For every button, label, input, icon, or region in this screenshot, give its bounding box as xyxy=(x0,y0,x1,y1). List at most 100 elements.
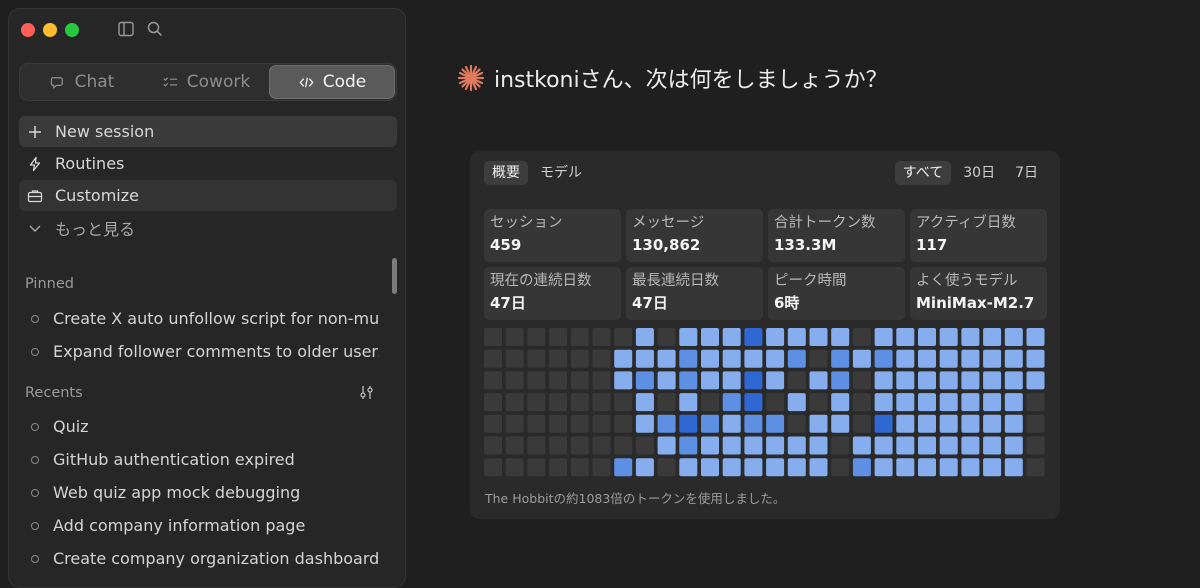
close-window-button[interactable] xyxy=(21,23,35,37)
heatmap-cell xyxy=(939,371,958,390)
heatmap-cell xyxy=(939,349,958,368)
new-session-label: New session xyxy=(55,122,155,141)
heatmap-cell xyxy=(852,393,871,412)
heatmap-cell xyxy=(918,436,936,455)
usage-stats-card: 概要 モデル すべて 30日 7日 セッション 459 メッセージ 130,862 … xyxy=(470,151,1060,519)
tab-models[interactable]: モデル xyxy=(532,161,590,185)
pinned-heading: Pinned xyxy=(25,276,74,292)
heatmap-cell xyxy=(635,458,654,477)
bullet-icon xyxy=(31,455,39,464)
stat-current-streak: 現在の連続日数 47日 xyxy=(484,267,621,320)
heatmap-cell xyxy=(961,328,980,346)
heatmap-cell xyxy=(484,349,502,368)
heatmap-cell xyxy=(809,393,828,412)
heatmap-cell xyxy=(549,436,568,455)
heatmap-cell xyxy=(527,436,546,455)
heatmap-cell xyxy=(657,414,676,433)
plus-icon xyxy=(29,125,41,138)
heatmap-cell xyxy=(939,393,958,412)
heatmap-cell xyxy=(722,414,741,433)
heatmap-cell xyxy=(831,458,850,477)
heatmap-cell xyxy=(918,371,936,390)
heatmap-cell xyxy=(961,458,980,477)
recent-item[interactable]: Quiz xyxy=(27,410,379,443)
tab-code[interactable]: Code xyxy=(269,65,395,99)
stat-total-tokens: 合計トークン数 133.3M xyxy=(768,209,905,262)
stat-value: 459 xyxy=(490,236,522,254)
heatmap-cell xyxy=(549,414,568,433)
tab-overview[interactable]: 概要 xyxy=(484,161,528,185)
heatmap-cell xyxy=(592,328,611,346)
minimize-window-button[interactable] xyxy=(43,23,57,37)
sidebar-item-customize[interactable]: Customize xyxy=(19,180,397,211)
recent-item-label: GitHub authentication expired xyxy=(53,450,295,469)
heatmap-cell xyxy=(896,328,915,346)
heatmap-cell xyxy=(744,393,763,412)
recent-item[interactable]: Create company organization dashboard xyxy=(27,542,379,575)
heatmap-cell xyxy=(635,436,654,455)
sidebar-nav: New session Routines Customize もっと見る xyxy=(19,116,397,244)
recent-item-label: Create company organization dashboard xyxy=(53,549,379,568)
briefcase-icon xyxy=(27,189,43,202)
heatmap-cell xyxy=(1026,393,1045,412)
heatmap-cell xyxy=(874,328,893,346)
tab-chat[interactable]: Chat xyxy=(20,64,144,100)
pinned-item[interactable]: Expand follower comments to older users xyxy=(27,335,379,368)
heatmap-cell xyxy=(961,436,980,455)
heatmap-cell xyxy=(701,436,719,455)
pinned-item-label: Create X auto unfollow script for non-mu… xyxy=(53,309,379,328)
filter-sliders-icon[interactable] xyxy=(358,384,375,401)
heatmap-cell xyxy=(766,371,785,390)
heatmap-cell xyxy=(614,328,633,346)
stat-label: アクティブ日数 xyxy=(916,215,1016,231)
search-icon[interactable] xyxy=(146,20,164,38)
pinned-list: Create X auto unfollow script for non-mu… xyxy=(27,302,379,368)
heatmap-cell xyxy=(635,328,654,346)
recent-item[interactable]: Add company information page xyxy=(27,509,379,542)
heatmap-cell xyxy=(614,414,633,433)
heatmap-cell xyxy=(570,458,589,477)
heatmap-cell xyxy=(744,349,763,368)
tab-cowork[interactable]: Cowork xyxy=(144,64,268,100)
heatmap-cell xyxy=(787,393,806,412)
bullet-icon xyxy=(31,314,39,323)
heatmap-cell xyxy=(918,414,936,433)
heatmap-cell xyxy=(983,371,1002,390)
heatmap-cell xyxy=(831,328,850,346)
heatmap-cell xyxy=(744,458,763,477)
heatmap-cell xyxy=(918,458,936,477)
heatmap-cell xyxy=(657,436,676,455)
heatmap-cell xyxy=(766,414,785,433)
heatmap-cell xyxy=(592,414,611,433)
tab-30-days[interactable]: 30日 xyxy=(955,161,1003,185)
tab-chat-label: Chat xyxy=(74,72,115,92)
heatmap-cell xyxy=(831,393,850,412)
heatmap-cell xyxy=(874,414,893,433)
heatmap-cell xyxy=(809,436,828,455)
show-more-button[interactable]: もっと見る xyxy=(19,212,397,243)
new-session-button[interactable]: New session xyxy=(19,116,397,147)
recent-item[interactable]: Web quiz app mock debugging xyxy=(27,476,379,509)
recent-item[interactable]: GitHub authentication expired xyxy=(27,443,379,476)
sidebar-scrollbar[interactable] xyxy=(392,258,397,294)
heatmap-cell xyxy=(874,458,893,477)
heatmap-cell xyxy=(527,458,546,477)
heatmap-cell xyxy=(939,436,958,455)
heatmap-cell xyxy=(896,371,915,390)
heatmap-cell xyxy=(549,393,568,412)
bullet-icon xyxy=(31,422,39,431)
heatmap-cell xyxy=(614,436,633,455)
stats-view-tabs: 概要 モデル xyxy=(484,161,590,185)
pinned-item[interactable]: Create X auto unfollow script for non-mu… xyxy=(27,302,379,335)
tab-code-label: Code xyxy=(322,72,367,92)
token-comparison-note: The Hobbitの約1083倍のトークンを使用しました。 xyxy=(485,491,786,506)
sidebar-toggle-icon[interactable] xyxy=(117,20,135,38)
zoom-window-button[interactable] xyxy=(65,23,79,37)
stat-peak-hour: ピーク時間 6時 xyxy=(768,267,905,320)
period-tabs: すべて 30日 7日 xyxy=(894,161,1046,185)
heatmap-cell xyxy=(852,414,871,433)
stat-sessions: セッション 459 xyxy=(484,209,621,262)
sidebar-item-routines[interactable]: Routines xyxy=(19,148,397,179)
tab-all[interactable]: すべて xyxy=(894,161,952,185)
tab-7-days[interactable]: 7日 xyxy=(1007,161,1046,185)
